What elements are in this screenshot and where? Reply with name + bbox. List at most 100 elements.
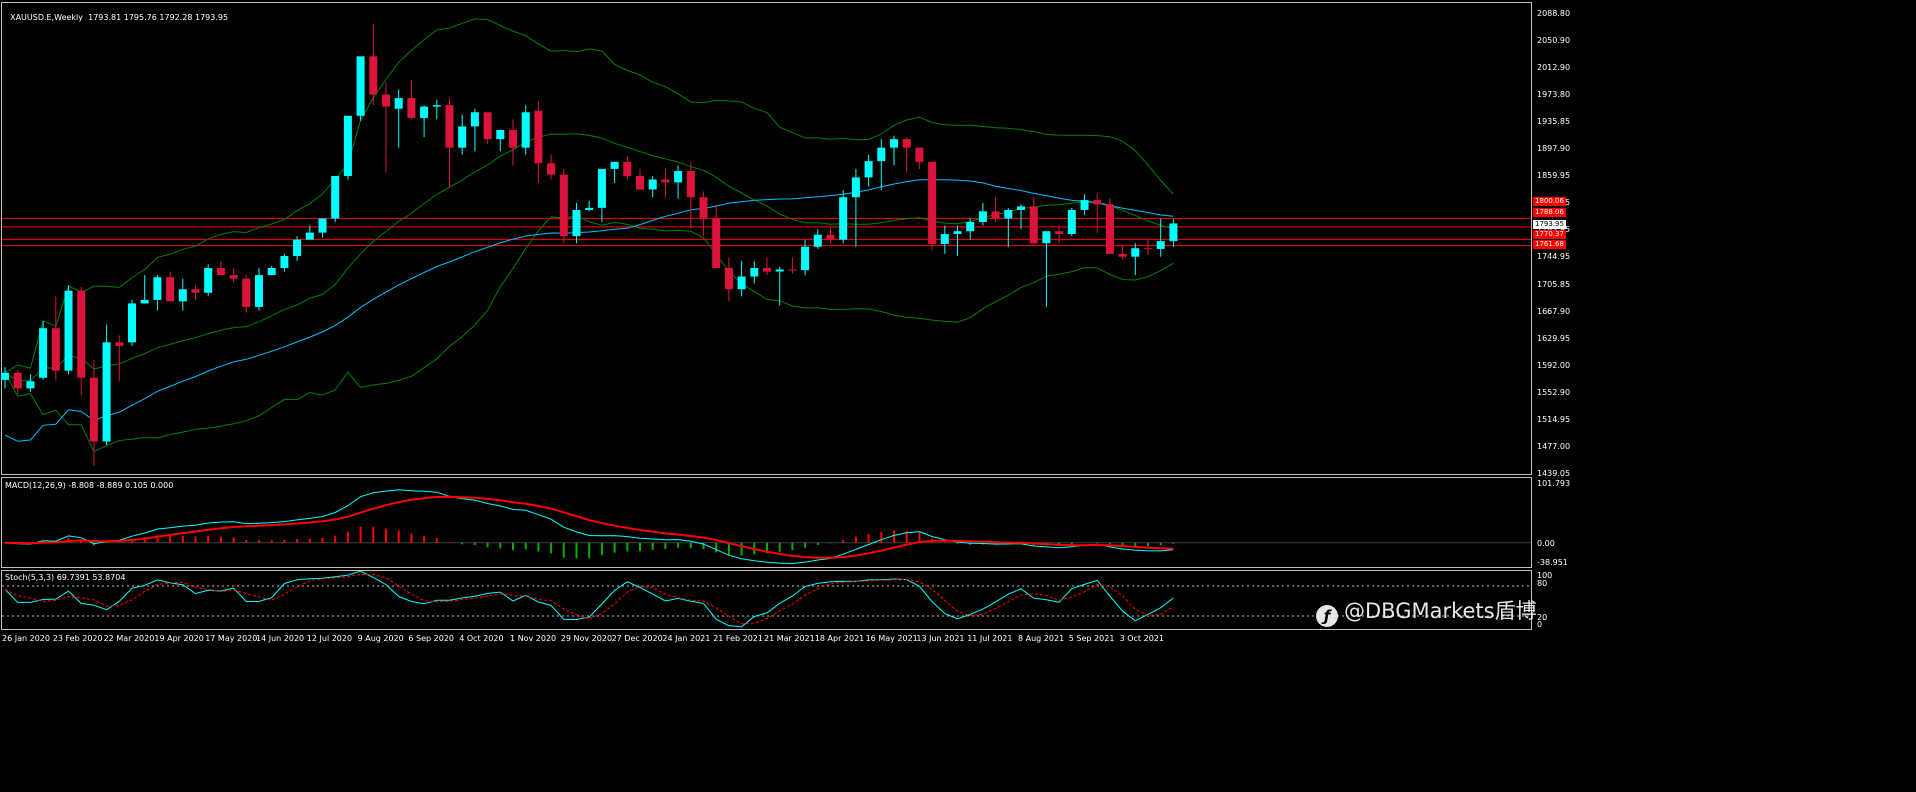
symbol-label: XAUUSD.E,Weekly: [10, 13, 84, 22]
x-tick-label: 8 Aug 2021: [1018, 634, 1065, 643]
candle-bear: [369, 56, 378, 95]
candle-bull: [496, 129, 505, 140]
candle-bull: [293, 239, 302, 256]
candle-bear: [77, 290, 86, 378]
candle-bull: [420, 106, 429, 118]
candle-bull: [39, 328, 48, 378]
candle-bull: [318, 218, 327, 233]
y-tick-label: 1859.95: [1537, 171, 1571, 181]
y-tick-label: 1629.95: [1537, 333, 1571, 343]
candle-bear: [166, 277, 175, 302]
candle-bull: [864, 161, 873, 178]
candle-bull: [331, 175, 340, 219]
x-tick-label: 26 Jan 2020: [2, 634, 50, 643]
y-tick-label: 1667.90: [1537, 306, 1571, 316]
candle-bear: [559, 174, 568, 237]
x-tick-label: 16 May 2021: [865, 634, 918, 643]
x-tick-label: 24 Jan 2021: [662, 634, 711, 643]
stoch-tick-80: 80: [1537, 579, 1548, 588]
candle-bull: [280, 255, 289, 269]
candle-bear: [991, 211, 1000, 219]
macd-panel-border: [1, 477, 1532, 568]
candle-bull: [572, 209, 581, 237]
bollinger-middle: [4, 133, 1174, 382]
x-tick-label: 19 Apr 2020: [154, 634, 204, 643]
macd-tick-zero: 0.00: [1537, 539, 1555, 548]
x-tick-label: 9 Aug 2020: [357, 634, 404, 643]
x-tick-label: 1 Nov 2020: [510, 634, 557, 643]
bollinger-bands: [4, 18, 1174, 453]
x-tick-label: 17 May 2020: [205, 634, 258, 643]
candle-bear: [407, 98, 416, 118]
candle-bull: [1067, 209, 1076, 235]
bollinger-lower: [4, 215, 1174, 453]
candle-bear: [724, 268, 733, 290]
x-tick-label: 22 Mar 2020: [103, 634, 155, 643]
candle-bull: [1, 372, 9, 380]
candle-bear: [509, 129, 517, 148]
candle-bull: [458, 126, 467, 148]
stoch-tick-0: 0: [1537, 620, 1543, 629]
candle-bull: [750, 268, 759, 277]
candle-bear: [445, 105, 454, 148]
candle-bull: [648, 179, 657, 190]
y-tick-label: 1477.00: [1537, 442, 1571, 452]
candle-bull: [610, 161, 619, 169]
candle-bear: [242, 278, 251, 307]
candle-bear: [915, 147, 924, 162]
x-tick-label: 21 Feb 2021: [713, 634, 763, 643]
candle-bull: [940, 234, 949, 244]
candle-bull: [64, 290, 73, 371]
candle-bear: [547, 163, 556, 175]
candle-bull: [1131, 248, 1140, 257]
candle-bear: [1105, 204, 1114, 254]
y-tick-label: 2088.80: [1537, 9, 1571, 18]
candle-bull: [966, 222, 975, 232]
x-tick-label: 14 Jun 2020: [256, 634, 305, 643]
candle-bear: [191, 289, 200, 293]
candle-bull: [1004, 209, 1013, 219]
candle-bull: [839, 197, 848, 240]
candle-bear: [661, 179, 670, 183]
price-label-current: 1793.95: [1533, 220, 1566, 229]
price-label-l3: 1770.37: [1533, 230, 1566, 239]
moving-average: [4, 179, 1174, 442]
candle-bear: [51, 328, 60, 371]
candle-bear: [382, 94, 390, 107]
candle-bull: [140, 299, 149, 304]
candle-bull: [204, 268, 213, 293]
candle-bull: [102, 342, 111, 442]
y-tick-label: 1552.90: [1537, 388, 1571, 398]
x-tick-label: 18 Apr 2021: [814, 634, 865, 643]
x-tick-label: 13 Jun 2021: [916, 634, 965, 643]
watermark-text: @DBGMarkets盾博: [1344, 599, 1537, 623]
candle-bull: [1017, 206, 1025, 210]
candle-bull: [26, 381, 35, 389]
macd-label: MACD(12,26,9) -8.808 -8.889 0.105 0.000: [5, 481, 174, 490]
candle-bull: [470, 112, 479, 127]
chart-canvas[interactable]: [0, 0, 1568, 648]
y-tick-label: 1514.95: [1537, 415, 1571, 425]
candle-bull: [128, 303, 136, 343]
candle-bear: [788, 269, 797, 271]
candle-bear: [699, 197, 708, 219]
candle-bull: [737, 276, 746, 290]
candle-bull: [343, 115, 352, 176]
candle-bear: [1093, 200, 1102, 205]
x-tick-label: 27 Dec 2020: [611, 634, 663, 643]
candle-bull: [356, 56, 365, 116]
candle-bull: [890, 139, 898, 148]
ohlc-label: 1793.81 1795.76 1792.28 1793.95: [88, 13, 229, 22]
candle-bull: [1169, 223, 1178, 242]
candle-bull: [267, 268, 276, 276]
candle-bull: [978, 211, 987, 222]
x-tick-label: 5 Sep 2021: [1068, 634, 1115, 643]
y-tick-label: 1439.05: [1537, 469, 1571, 478]
y-tick-label: 2012.90: [1537, 62, 1571, 72]
price-label-l1: 1800.06: [1533, 197, 1566, 206]
candle-bear: [623, 161, 632, 176]
x-tick-label: 23 Feb 2020: [52, 634, 103, 643]
candle-bull: [597, 168, 606, 208]
y-tick-label: 1973.80: [1537, 90, 1571, 100]
x-tick-label: 3 Oct 2021: [1119, 634, 1164, 643]
